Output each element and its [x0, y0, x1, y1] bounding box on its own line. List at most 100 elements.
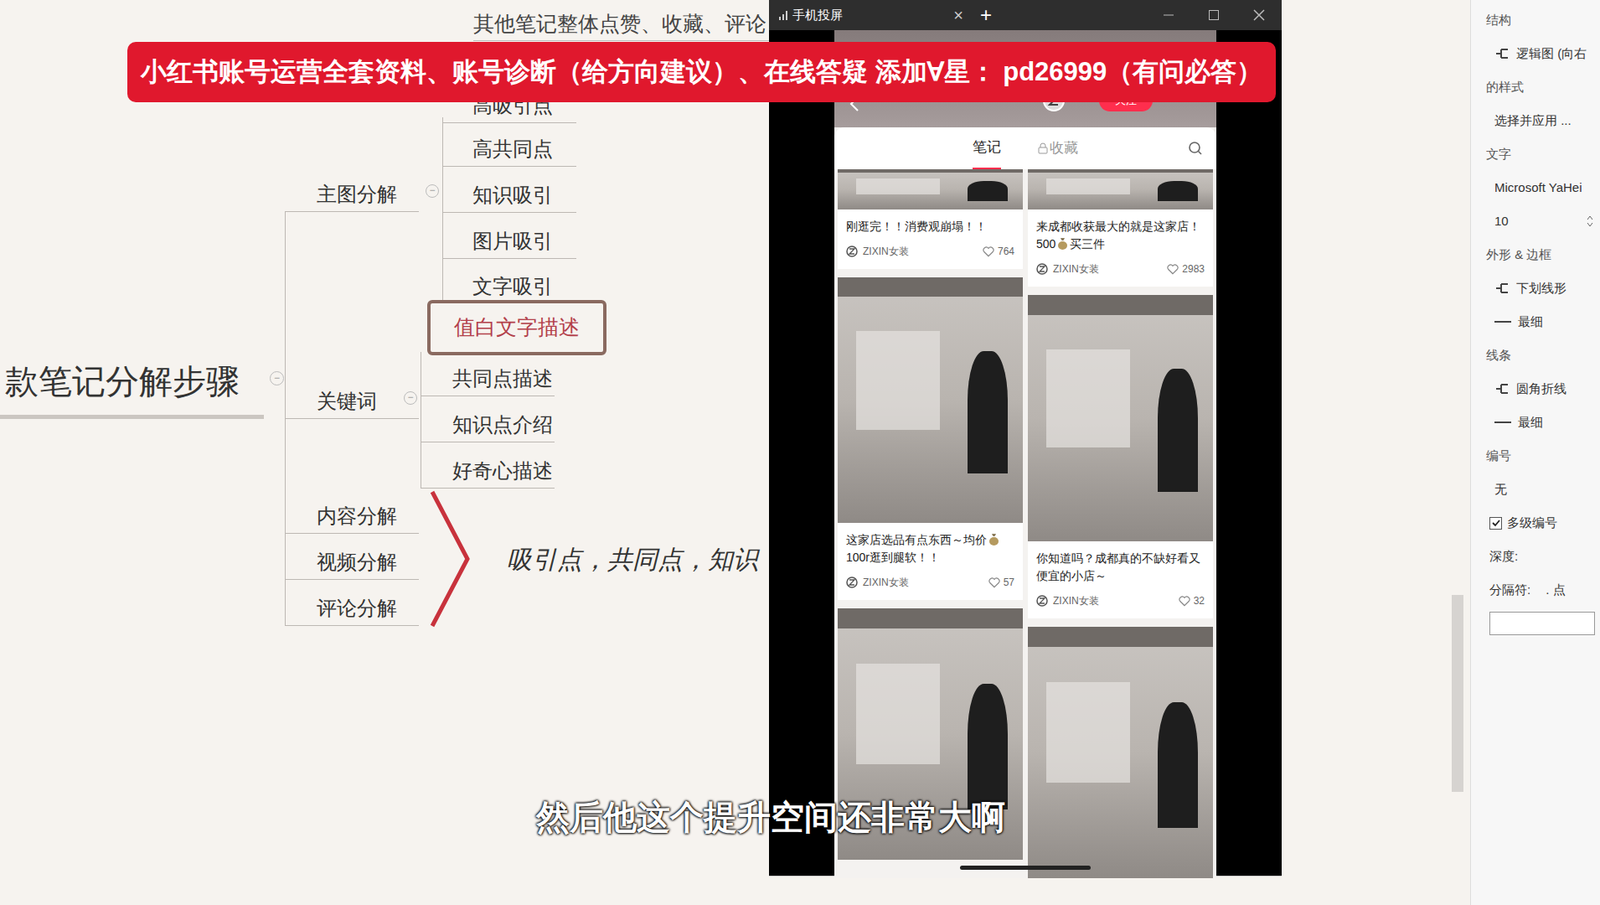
note-photo[interactable]: [837, 277, 1023, 523]
video-subtitle: 然后他这个提升空间还非常大啊: [536, 791, 1006, 842]
root-collapse[interactable]: −: [269, 371, 284, 386]
new-tab-button[interactable]: +: [980, 0, 992, 31]
note-title[interactable]: 你知道吗？成都真的不缺好看又便宜的小店～: [1036, 549, 1205, 585]
maximize-icon[interactable]: [1207, 9, 1220, 21]
lock-icon: [1037, 142, 1048, 155]
note-author[interactable]: ZIXIN女装: [862, 243, 909, 259]
window-title: 手机投屏: [792, 5, 950, 26]
children-connector: [442, 117, 444, 304]
note-likes: 764: [997, 243, 1015, 259]
minimize-icon[interactable]: [1162, 9, 1175, 21]
note-photo[interactable]: [837, 169, 1023, 210]
note-author[interactable]: ZIXIN女装: [862, 574, 909, 590]
option-icon: [1494, 381, 1512, 396]
note-likes: 2983: [1181, 261, 1205, 277]
line-weight[interactable]: 最细: [1470, 304, 1600, 339]
mindmap-root[interactable]: 款笔记分解步骤: [5, 356, 240, 407]
note-photo[interactable]: [1027, 626, 1213, 878]
property-panel: 结构逻辑图 (向右的样式选择并应用 ...文字Microsoft YaHei10…: [1470, 0, 1600, 905]
heart-icon[interactable]: [988, 577, 1001, 589]
note-card[interactable]: 来成都收获最大的就是这家店！500买三件 ZIXIN女装 2983: [1027, 169, 1213, 287]
font-size-spinner[interactable]: 10: [1470, 204, 1600, 238]
panel-value[interactable]: 选择并应用 ...: [1470, 103, 1600, 138]
separator-value[interactable]: . 点: [1545, 580, 1565, 600]
note-photo[interactable]: [1027, 169, 1213, 210]
search-icon[interactable]: [1187, 140, 1203, 156]
panel-option[interactable]: 逻辑图 (向右: [1470, 36, 1600, 71]
panel-heading: 外形 & 边框: [1470, 237, 1600, 272]
phone-mirror-window: 手机投屏×+关注···笔记收藏刚逛完！！消费观崩塌！！ZIXIN女装764这家店…: [769, 0, 1282, 877]
panel-heading: 编号: [1470, 438, 1600, 473]
panel-label: 分隔符:. 点: [1470, 572, 1600, 607]
panel-label: 深度:: [1470, 539, 1600, 573]
child-node[interactable]: 好奇心描述: [420, 454, 555, 489]
notes-card: 笔记收藏刚逛完！！消费观崩塌！！ ZIXIN女装 764 这家店选品有点东西～均价10…: [834, 127, 1217, 878]
children-connector: [420, 351, 422, 488]
branch-node[interactable]: 主图分解: [284, 177, 419, 212]
tab-close-button[interactable]: ×: [953, 2, 964, 28]
signal-icon: [779, 10, 790, 21]
profile-tab[interactable]: 笔记: [972, 127, 1002, 170]
root-underline: [0, 414, 264, 419]
branch-node[interactable]: 关键词: [284, 384, 419, 419]
author-avatar-icon[interactable]: [1036, 594, 1048, 607]
heart-icon[interactable]: [982, 246, 995, 258]
spinner-arrows-icon[interactable]: [1586, 215, 1594, 228]
home-indicator: [960, 865, 1091, 870]
note-card[interactable]: 刚逛完！！消费观崩塌！！ ZIXIN女装 764: [837, 169, 1023, 269]
note-card[interactable]: 这家店选品有点东西～均价100r逛到腿软！！ ZIXIN女装 57: [837, 277, 1023, 600]
branch-node[interactable]: 内容分解: [284, 499, 419, 534]
child-node[interactable]: 共同点描述: [420, 361, 555, 397]
panel-heading: 文字: [1470, 137, 1600, 171]
author-avatar-icon[interactable]: [846, 245, 858, 258]
panel-heading: 结构: [1470, 3, 1600, 37]
branch-node[interactable]: 评论分解: [284, 591, 419, 626]
branch-node[interactable]: 视频分解: [284, 545, 419, 580]
option-icon: [1494, 281, 1512, 295]
multilevel-checkbox[interactable]: 多级编号: [1470, 505, 1600, 540]
note-likes: 57: [1003, 574, 1015, 590]
child-node[interactable]: 文字吸引: [442, 269, 577, 305]
scrollbar[interactable]: [1451, 594, 1464, 792]
close-icon[interactable]: [1253, 9, 1265, 21]
panel-option[interactable]: 下划线形: [1470, 271, 1600, 305]
mindmap-note[interactable]: 吸引点，共同点，知识: [506, 540, 759, 579]
line-weight[interactable]: 最细: [1470, 405, 1600, 439]
note-card[interactable]: 你知道吗？成都真的不缺好看又便宜的小店～ ZIXIN女装 32: [1027, 294, 1213, 619]
child-node[interactable]: 值白文字描述: [427, 299, 607, 356]
heart-icon[interactable]: [1178, 595, 1191, 607]
panel-heading: 线条: [1470, 338, 1600, 372]
money-bag-icon: [1057, 237, 1069, 250]
branch-collapse[interactable]: −: [403, 391, 418, 405]
note-photo[interactable]: [1027, 294, 1213, 542]
profile-tabs: 笔记收藏: [834, 127, 1217, 170]
child-node[interactable]: 图片吸引: [442, 224, 577, 259]
child-node[interactable]: 知识吸引: [442, 178, 577, 213]
child-node[interactable]: 高共同点: [442, 132, 577, 167]
mindmap-top-text[interactable]: 其他笔记整体点赞、收藏、评论: [473, 8, 784, 42]
bracket-icon: [428, 489, 473, 629]
note-likes: 32: [1193, 593, 1205, 609]
money-bag-icon: [988, 532, 1000, 546]
panel-value[interactable]: 无: [1470, 472, 1600, 506]
notes-grid: 刚逛完！！消费观崩塌！！ ZIXIN女装 764 这家店选品有点东西～均价100r逛到…: [834, 169, 1217, 878]
panel-value[interactable]: Microsoft YaHei: [1470, 170, 1600, 205]
note-author[interactable]: ZIXIN女装: [1052, 593, 1100, 609]
branch-collapse[interactable]: −: [425, 184, 439, 198]
author-avatar-icon[interactable]: [1036, 263, 1048, 275]
phone-screen: 关注···笔记收藏刚逛完！！消费观崩塌！！ZIXIN女装764这家店选品有点东西…: [834, 30, 1217, 878]
panel-heading: 的样式: [1470, 70, 1600, 104]
profile-tab[interactable]: 收藏: [1037, 127, 1079, 170]
window-titlebar: 手机投屏× +: [769, 0, 1282, 31]
separator-input[interactable]: [1489, 611, 1595, 635]
heart-icon[interactable]: [1166, 263, 1179, 275]
author-avatar-icon[interactable]: [846, 576, 858, 589]
screen: 其他笔记整体点赞、收藏、评论款笔记分解步骤−主图分解−高吸引点高共同点知识吸引图…: [0, 0, 1600, 905]
note-title[interactable]: 来成都收获最大的就是这家店！500买三件: [1036, 217, 1205, 253]
panel-option[interactable]: 圆角折线: [1470, 371, 1600, 406]
note-author[interactable]: ZIXIN女装: [1052, 261, 1100, 277]
note-title[interactable]: 刚逛完！！消费观崩塌！！: [846, 217, 1015, 236]
note-card[interactable]: [1027, 626, 1213, 878]
note-title[interactable]: 这家店选品有点东西～均价100r逛到腿软！！: [846, 531, 1015, 567]
child-node[interactable]: 知识点介绍: [420, 407, 555, 443]
